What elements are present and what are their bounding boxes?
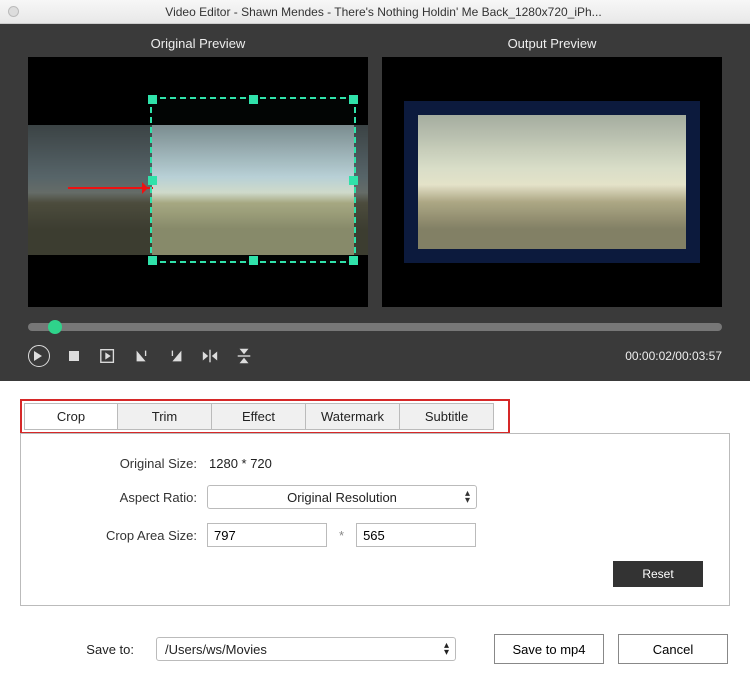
crop-area-label: Crop Area Size: (47, 528, 207, 543)
crop-handle-mr[interactable] (349, 176, 358, 185)
titlebar: Video Editor - Shawn Mendes - There's No… (0, 0, 750, 24)
time-total: 00:03:57 (675, 349, 722, 363)
original-size-label: Original Size: (47, 456, 207, 471)
playback-time: 00:00:02/00:03:57 (625, 349, 722, 363)
save-to-label: Save to: (22, 642, 142, 657)
aspect-ratio-value: Original Resolution (287, 490, 397, 505)
tab-crop[interactable]: Crop (24, 403, 118, 430)
crop-height-input[interactable] (356, 523, 476, 547)
save-to-mp4-button[interactable]: Save to mp4 (494, 634, 604, 664)
stop-button[interactable] (64, 346, 84, 366)
crop-handle-br[interactable] (349, 256, 358, 265)
step-forward-button[interactable] (98, 346, 118, 366)
annotation-arrow (68, 187, 153, 189)
timeline-thumb[interactable] (48, 320, 62, 334)
preview-area: Original Preview Output Preview (0, 24, 750, 381)
tab-effect[interactable]: Effect (212, 403, 306, 430)
lower-panel: Crop Trim Effect Watermark Subtitle Orig… (0, 381, 750, 606)
playback-controls: 00:00:02/00:03:57 (28, 345, 722, 367)
multiply-symbol: * (339, 528, 344, 543)
crop-panel: Original Size: 1280 * 720 Aspect Ratio: … (20, 433, 730, 606)
crop-handle-tl[interactable] (148, 95, 157, 104)
select-arrows-icon: ▴▾ (444, 642, 449, 656)
original-preview-label: Original Preview (28, 36, 368, 57)
reset-button[interactable]: Reset (613, 561, 703, 587)
save-to-select[interactable]: /Users/ws/Movies ▴▾ (156, 637, 456, 661)
tab-trim[interactable]: Trim (118, 403, 212, 430)
output-preview-label: Output Preview (382, 36, 722, 57)
output-preview-pane (382, 57, 722, 307)
crop-width-input[interactable] (207, 523, 327, 547)
tab-watermark[interactable]: Watermark (306, 403, 400, 430)
editor-tabs: Crop Trim Effect Watermark Subtitle (24, 403, 506, 430)
tab-subtitle[interactable]: Subtitle (400, 403, 494, 430)
original-preview-pane[interactable] (28, 57, 368, 307)
flip-horizontal-button[interactable] (200, 346, 220, 366)
aspect-ratio-label: Aspect Ratio: (47, 490, 207, 505)
timeline-track[interactable] (28, 323, 722, 331)
rotate-left-button[interactable] (132, 346, 152, 366)
aspect-ratio-select[interactable]: Original Resolution ▴▾ (207, 485, 477, 509)
crop-box[interactable] (150, 97, 356, 263)
crop-handle-tr[interactable] (349, 95, 358, 104)
crop-handle-ml[interactable] (148, 176, 157, 185)
flip-vertical-button[interactable] (234, 346, 254, 366)
crop-handle-bm[interactable] (249, 256, 258, 265)
play-button[interactable] (28, 345, 50, 367)
output-video-bg (404, 101, 700, 263)
window-close-dot[interactable] (8, 6, 19, 17)
crop-handle-bl[interactable] (148, 256, 157, 265)
footer-bar: Save to: /Users/ws/Movies ▴▾ Save to mp4… (0, 606, 750, 684)
output-video-frame (418, 115, 686, 249)
original-size-value: 1280 * 720 (207, 456, 272, 471)
cancel-button[interactable]: Cancel (618, 634, 728, 664)
window-title: Video Editor - Shawn Mendes - There's No… (25, 5, 742, 19)
tabs-highlight-box: Crop Trim Effect Watermark Subtitle (20, 399, 510, 434)
time-current: 00:00:02 (625, 349, 672, 363)
rotate-right-button[interactable] (166, 346, 186, 366)
crop-handle-tm[interactable] (249, 95, 258, 104)
save-to-path: /Users/ws/Movies (165, 642, 267, 657)
select-arrows-icon: ▴▾ (465, 490, 470, 504)
